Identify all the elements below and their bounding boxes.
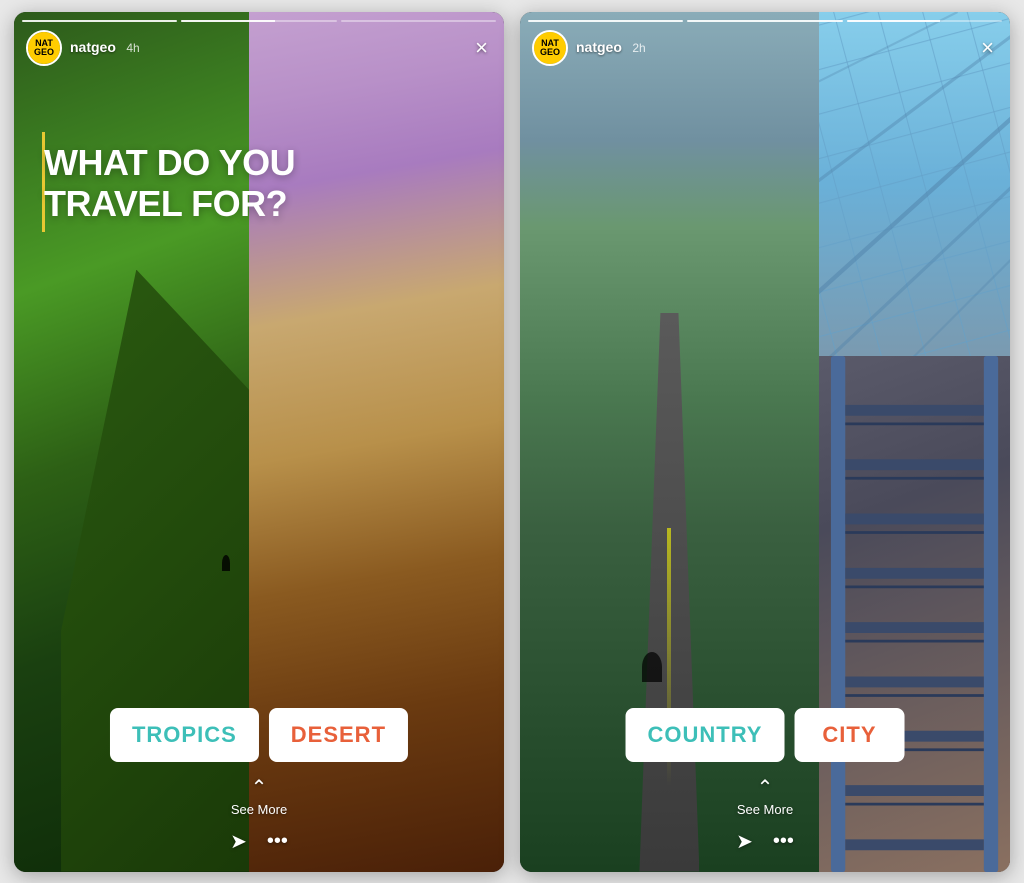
poll-option-city[interactable]: CITY — [794, 708, 904, 762]
send-icon-1[interactable]: ➤ — [230, 829, 247, 854]
story-bottom-2: ⌃ See More ➤ ••• — [520, 782, 1010, 872]
time-ago-1: 4h — [126, 41, 139, 55]
skater-figure — [642, 652, 662, 682]
username-1[interactable]: natgeo — [70, 39, 116, 55]
story-header-2: NATGEO natgeo 2h × — [532, 30, 998, 66]
story-card-1: NATGEO natgeo 4h × WHAT DO YOU TRAVEL FO… — [14, 12, 504, 872]
question-text: WHAT DO YOU TRAVEL FOR? — [44, 142, 489, 225]
poll-option-tropics[interactable]: TROPICS — [110, 708, 259, 762]
poll-container-2: COUNTRY CITY — [626, 708, 905, 762]
progress-bar-2-2 — [687, 20, 842, 22]
more-icon-2[interactable]: ••• — [773, 830, 794, 853]
poll-option-country[interactable]: COUNTRY — [626, 708, 785, 762]
close-button-2[interactable]: × — [977, 31, 998, 65]
story-card-2: NATGEO natgeo 2h × — [520, 12, 1010, 872]
poll-container-1: TROPICS DESERT — [110, 708, 408, 762]
progress-bar-3 — [341, 20, 496, 22]
more-icon-1[interactable]: ••• — [267, 830, 288, 853]
send-icon-2[interactable]: ➤ — [736, 829, 753, 854]
natgeo-logo-1: NATGEO — [28, 32, 60, 64]
avatar-2[interactable]: NATGEO — [532, 30, 568, 66]
username-2[interactable]: natgeo — [576, 39, 622, 55]
see-more-label-2[interactable]: See More — [737, 802, 793, 817]
bottom-actions-2: ➤ ••• — [736, 829, 794, 854]
progress-bars-1 — [22, 20, 496, 22]
see-more-chevron-1[interactable]: ⌃ — [251, 775, 268, 800]
header-info-2: natgeo 2h — [576, 39, 977, 57]
see-more-label-1[interactable]: See More — [231, 802, 287, 817]
close-button-1[interactable]: × — [471, 31, 492, 65]
time-ago-2: 2h — [632, 41, 645, 55]
progress-bar-1 — [22, 20, 177, 22]
poll-option-desert[interactable]: DESERT — [269, 708, 408, 762]
bottom-actions-1: ➤ ••• — [230, 829, 288, 854]
story-bottom-1: ⌃ See More ➤ ••• — [14, 782, 504, 872]
story-header-1: NATGEO natgeo 4h × — [26, 30, 492, 66]
progress-bars-2 — [528, 20, 1002, 22]
progress-bar-2 — [181, 20, 336, 22]
avatar-1[interactable]: NATGEO — [26, 30, 62, 66]
progress-bar-2-3 — [847, 20, 1002, 22]
header-info-1: natgeo 4h — [70, 39, 471, 57]
natgeo-logo-2: NATGEO — [534, 32, 566, 64]
see-more-chevron-2[interactable]: ⌃ — [757, 775, 774, 800]
progress-bar-2-1 — [528, 20, 683, 22]
glass-ceiling — [819, 12, 1010, 399]
